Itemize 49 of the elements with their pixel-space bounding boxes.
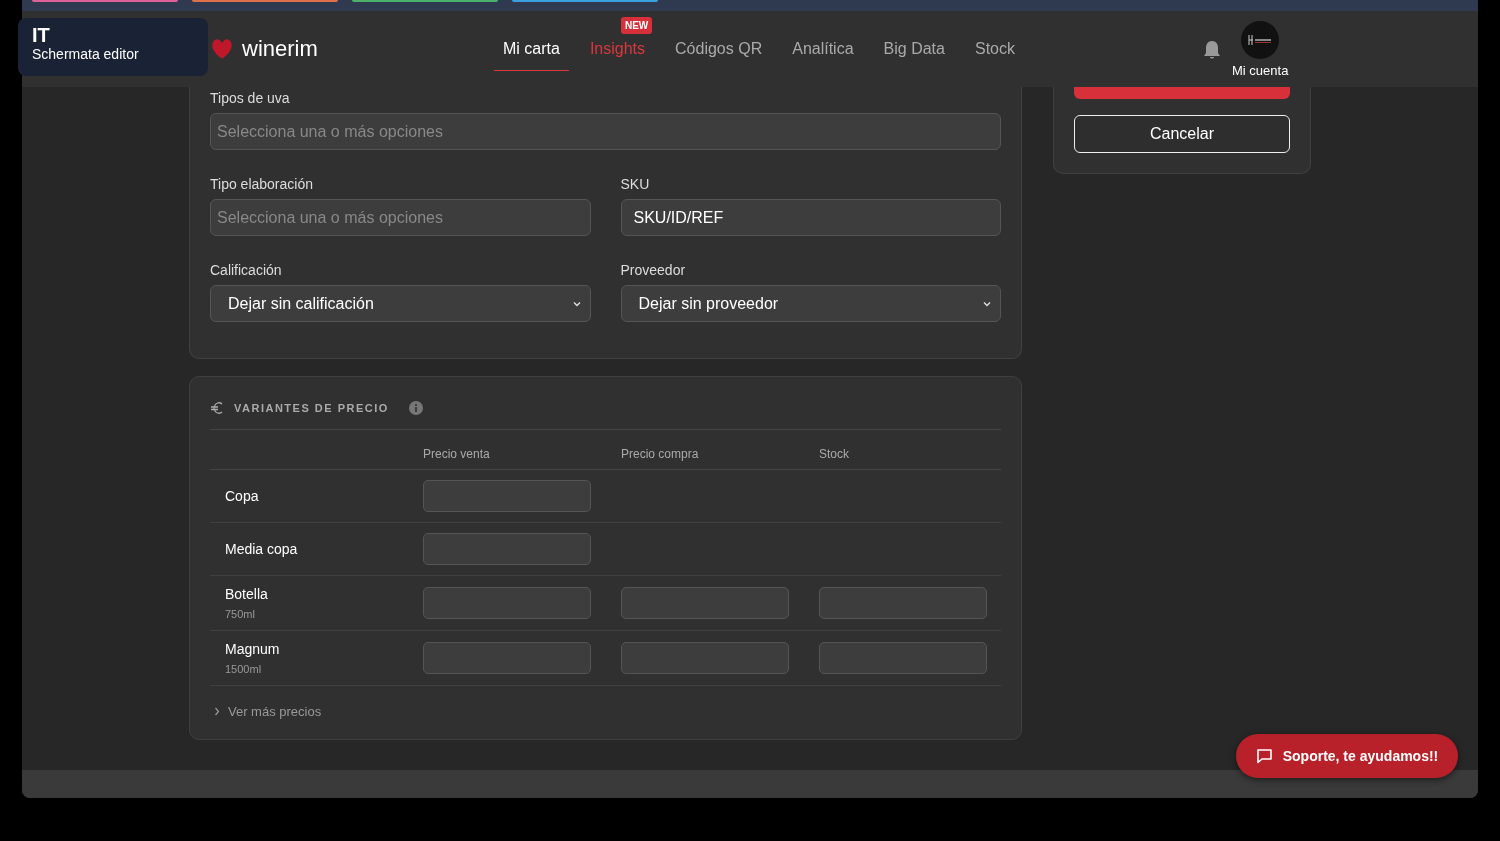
column-header: Precio venta [423, 447, 490, 461]
field-label: Tipo elaboración [210, 176, 314, 192]
multiselect-field[interactable]: Selecciona una o más opciones [210, 113, 1001, 150]
variant-name: Copa [225, 488, 260, 504]
avatar-icon[interactable] [1241, 21, 1280, 59]
select-field[interactable]: Dejar sin calificación [210, 285, 591, 322]
variant-size: 750ml [225, 608, 256, 620]
price-input[interactable] [423, 480, 591, 512]
variant-name: Media copa [225, 541, 299, 557]
field-label: SKU [620, 176, 651, 192]
euro-icon [210, 401, 224, 415]
logo-icon [212, 39, 232, 59]
price-input[interactable] [621, 587, 789, 619]
nav-tab[interactable]: Stock [959, 11, 1030, 87]
price-input[interactable] [819, 642, 987, 674]
column-header: Stock [819, 447, 849, 461]
support-button[interactable]: Soporte, te ayudamos!! [1236, 734, 1458, 778]
price-input[interactable] [423, 642, 591, 674]
field-label: Proveedor [620, 262, 687, 278]
badge-label: Schermata editor [32, 46, 140, 62]
language-code: IT [32, 24, 51, 46]
nav-tab[interactable]: Big Data [868, 11, 960, 87]
chevron-right-icon [214, 707, 220, 716]
variant-size: 1500ml [225, 663, 263, 675]
field-label: Calificación [210, 262, 283, 278]
price-input[interactable] [423, 587, 591, 619]
info-icon[interactable] [408, 401, 423, 415]
save-button[interactable] [1074, 87, 1290, 99]
select-field[interactable]: Dejar sin proveedor [620, 285, 1001, 322]
sku-field[interactable]: SKU/ID/REF [620, 199, 1001, 236]
variant-name: Botella [225, 586, 269, 602]
multiselect-field[interactable]: Selecciona una o más opciones [210, 199, 591, 236]
nav-tab[interactable]: Analítica [777, 11, 869, 87]
price-input[interactable] [621, 642, 789, 674]
variant-name: Magnum [225, 641, 281, 657]
price-input[interactable] [423, 533, 591, 565]
field-label: Tipos de uva [210, 90, 291, 106]
show-more-prices-link[interactable]: Ver más precios [214, 704, 322, 719]
cancel-button[interactable]: Cancelar [1074, 115, 1290, 153]
section-title: VARIANTES DE PRECIO [234, 402, 389, 414]
notification-bell-icon[interactable] [1202, 39, 1222, 61]
column-header: Precio compra [621, 447, 699, 461]
brand-name: winerim [242, 36, 318, 62]
new-badge: NEW [620, 17, 653, 34]
account-link[interactable]: Mi cuenta [1232, 63, 1289, 78]
nav-tab[interactable]: Códigos QR [660, 11, 778, 87]
nav-tab[interactable]: Mi carta [488, 11, 575, 87]
price-input[interactable] [819, 587, 987, 619]
chat-icon [1255, 748, 1273, 764]
